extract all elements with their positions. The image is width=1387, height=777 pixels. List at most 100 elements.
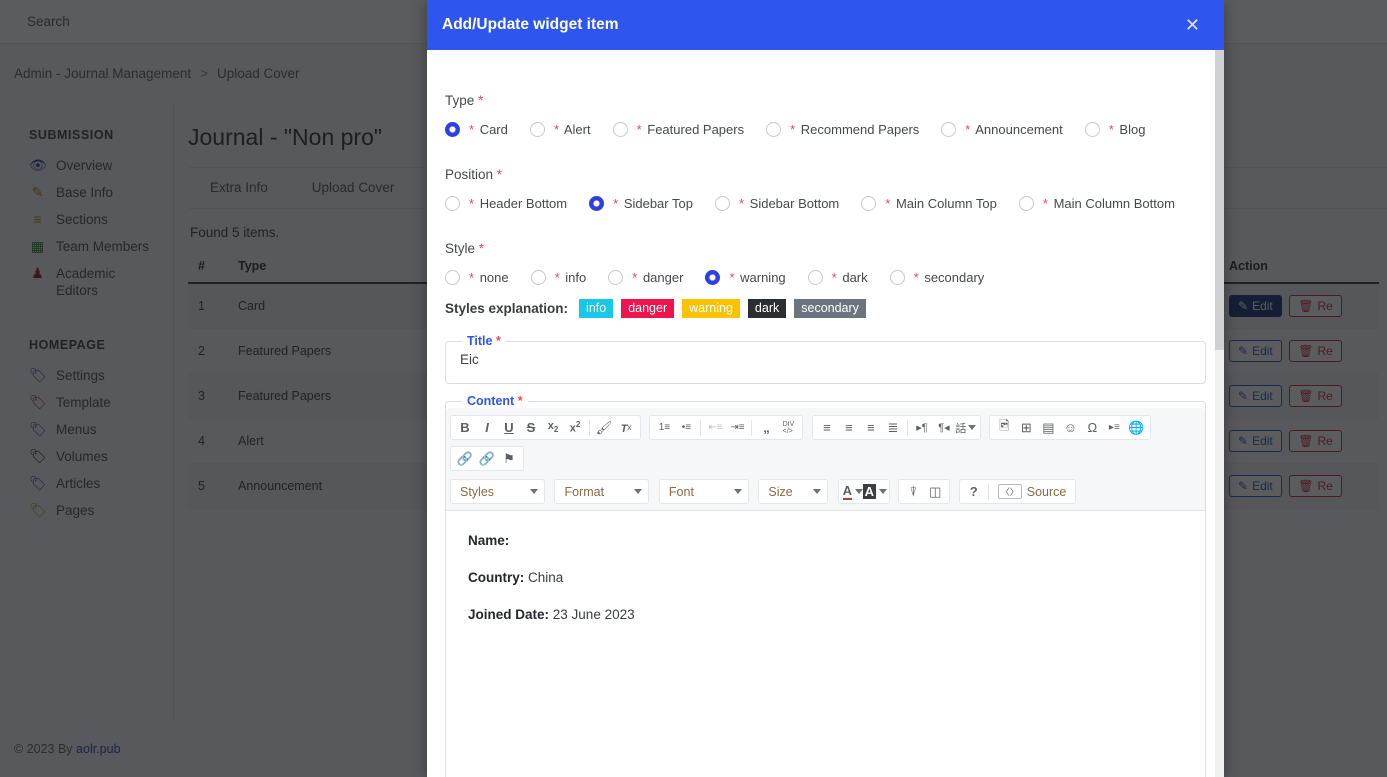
radio-indicator[interactable] — [705, 270, 721, 285]
align-center-icon[interactable]: ≡ — [838, 417, 860, 438]
type-label-text: Type — [445, 93, 475, 108]
radio-indicator[interactable] — [714, 196, 730, 211]
format-dropdown-label: Format — [564, 484, 605, 499]
radio-indicator[interactable] — [445, 196, 460, 211]
toolbar-group-align: ≡ ≡ ≡ ≣ ▸¶ ¶◂ 話 — [811, 415, 981, 440]
radio-indicator[interactable] — [529, 122, 545, 137]
strikethrough-icon[interactable]: S — [520, 417, 542, 438]
radio-option-sidebar-top[interactable]: * Sidebar Top — [589, 196, 693, 211]
radio-indicator[interactable] — [530, 270, 546, 285]
show-blocks-icon[interactable]: ◫ — [924, 481, 946, 502]
radio-indicator[interactable] — [766, 122, 782, 137]
anchor-flag-icon[interactable]: ⚑ — [498, 448, 520, 469]
radio-label: * Header Bottom — [469, 196, 568, 211]
background-color-icon[interactable]: A — [862, 481, 888, 502]
title-input[interactable] — [446, 348, 1205, 383]
superscript-icon[interactable]: x2 — [564, 417, 586, 438]
unlink-icon[interactable]: 🔗 — [476, 448, 498, 469]
blockquote-icon[interactable]: „ — [755, 417, 777, 438]
help-icon[interactable]: ? — [963, 481, 985, 502]
radio-indicator[interactable] — [612, 122, 628, 137]
iframe-icon[interactable]: 🌐 — [1125, 417, 1147, 438]
copy-formatting-brush-icon[interactable]: 🖌 — [593, 417, 615, 438]
close-icon[interactable]: ✕ — [1179, 12, 1206, 38]
radio-option-announcement[interactable]: * Announcement — [941, 122, 1063, 137]
radio-indicator[interactable] — [941, 122, 957, 137]
radio-label: * Sidebar Top — [613, 196, 693, 211]
link-icon[interactable]: 🔗 — [454, 448, 476, 469]
radio-option-card[interactable]: * Card — [445, 122, 508, 137]
radio-label: * Main Column Top — [885, 196, 997, 211]
div-container-icon[interactable]: DIV </> — [777, 417, 799, 438]
styles-explanation-label: Styles explanation: — [445, 301, 569, 316]
remove-format-icon[interactable]: Tx — [615, 417, 637, 438]
radio-label: * Card — [469, 122, 508, 137]
size-dropdown[interactable]: Size — [758, 479, 829, 504]
font-dropdown[interactable]: Font — [658, 479, 749, 504]
toolbar-group-basic-styles: B I U S x2 x2 🖌 Tx — [450, 415, 641, 440]
radio-option-main-column-bottom[interactable]: * Main Column Bottom — [1018, 196, 1175, 211]
radio-option-dark[interactable]: * dark — [807, 270, 868, 285]
subscript-icon[interactable]: x2 — [542, 417, 564, 438]
radio-indicator[interactable] — [1084, 122, 1100, 137]
align-justify-icon[interactable]: ≣ — [882, 417, 904, 438]
chevron-down-icon — [530, 489, 538, 494]
align-right-icon[interactable]: ≡ — [860, 417, 882, 438]
add-update-widget-dialog: Add/Update widget item ✕ Type * * Card *… — [427, 0, 1224, 777]
radio-option-blog[interactable]: * Blog — [1084, 122, 1145, 137]
italic-icon[interactable]: I — [476, 417, 498, 438]
radio-option-none[interactable]: * none — [445, 270, 509, 285]
decrease-indent-icon[interactable]: ⇤≡ — [704, 417, 726, 438]
bulleted-list-icon[interactable]: •≡ — [675, 417, 697, 438]
radio-indicator[interactable] — [589, 196, 605, 211]
radio-option-recommend-papers[interactable]: * Recommend Papers — [766, 122, 919, 137]
radio-option-alert[interactable]: * Alert — [529, 122, 591, 137]
numbered-list-icon[interactable]: 1≡ — [653, 417, 675, 438]
special-character-icon[interactable]: Ω — [1081, 417, 1103, 438]
editor-content-area[interactable]: Name: Country: China Joined Date: 23 Jun… — [446, 511, 1205, 777]
toolbar-group-colors: A A — [837, 479, 890, 504]
radio-indicator[interactable] — [445, 122, 460, 137]
required-asterisk: * — [495, 334, 501, 348]
text-color-icon[interactable]: A — [842, 481, 864, 502]
source-button[interactable]: 〈〉 Source — [992, 484, 1073, 499]
badge-dark: dark — [747, 299, 787, 318]
styles-dropdown[interactable]: Styles — [450, 479, 545, 504]
maximize-icon[interactable]: ⍒ — [902, 481, 924, 502]
table-icon[interactable]: ⊞ — [1015, 417, 1037, 438]
format-dropdown[interactable]: Format — [554, 479, 650, 504]
radio-label: * Main Column Bottom — [1042, 196, 1175, 211]
dialog-scrollbar[interactable] — [1215, 50, 1224, 777]
radio-option-info[interactable]: * info — [530, 270, 586, 285]
toolbar-group-tools: ⍒ ◫ — [898, 479, 951, 504]
size-dropdown-label: Size — [768, 484, 793, 499]
radio-option-header-bottom[interactable]: * Header Bottom — [445, 196, 567, 211]
underline-icon[interactable]: U — [498, 417, 520, 438]
radio-indicator[interactable] — [445, 270, 460, 285]
text-direction-rtl-icon[interactable]: ¶◂ — [933, 417, 955, 438]
scrollbar-thumb[interactable] — [1215, 50, 1224, 350]
radio-option-danger[interactable]: * danger — [608, 270, 683, 285]
bold-icon[interactable]: B — [454, 417, 476, 438]
content-label: Name: — [468, 533, 510, 548]
radio-option-sidebar-bottom[interactable]: * Sidebar Bottom — [714, 196, 839, 211]
text-direction-ltr-icon[interactable]: ▸¶ — [911, 417, 933, 438]
toolbar-separator — [589, 419, 590, 436]
radio-option-featured-papers[interactable]: * Featured Papers — [612, 122, 744, 137]
radio-indicator[interactable] — [1018, 196, 1034, 211]
radio-option-warning[interactable]: * warning — [705, 270, 786, 285]
language-icon[interactable]: 話 — [955, 417, 977, 438]
radio-indicator[interactable] — [889, 270, 905, 285]
align-left-icon[interactable]: ≡ — [816, 417, 838, 438]
image-icon[interactable]: 🖻 — [993, 417, 1015, 438]
horizontal-rule-icon[interactable]: ▤ — [1037, 417, 1059, 438]
source-button-label: Source — [1026, 484, 1067, 499]
radio-option-main-column-top[interactable]: * Main Column Top — [861, 196, 997, 211]
smiley-icon[interactable]: ☺ — [1059, 417, 1081, 438]
radio-option-secondary[interactable]: * secondary — [889, 270, 984, 285]
increase-indent-icon[interactable]: ⇥≡ — [726, 417, 748, 438]
radio-indicator[interactable] — [608, 270, 624, 285]
page-break-icon[interactable]: ▸≡ — [1103, 417, 1125, 438]
radio-indicator[interactable] — [861, 196, 877, 211]
radio-indicator[interactable] — [807, 270, 823, 285]
